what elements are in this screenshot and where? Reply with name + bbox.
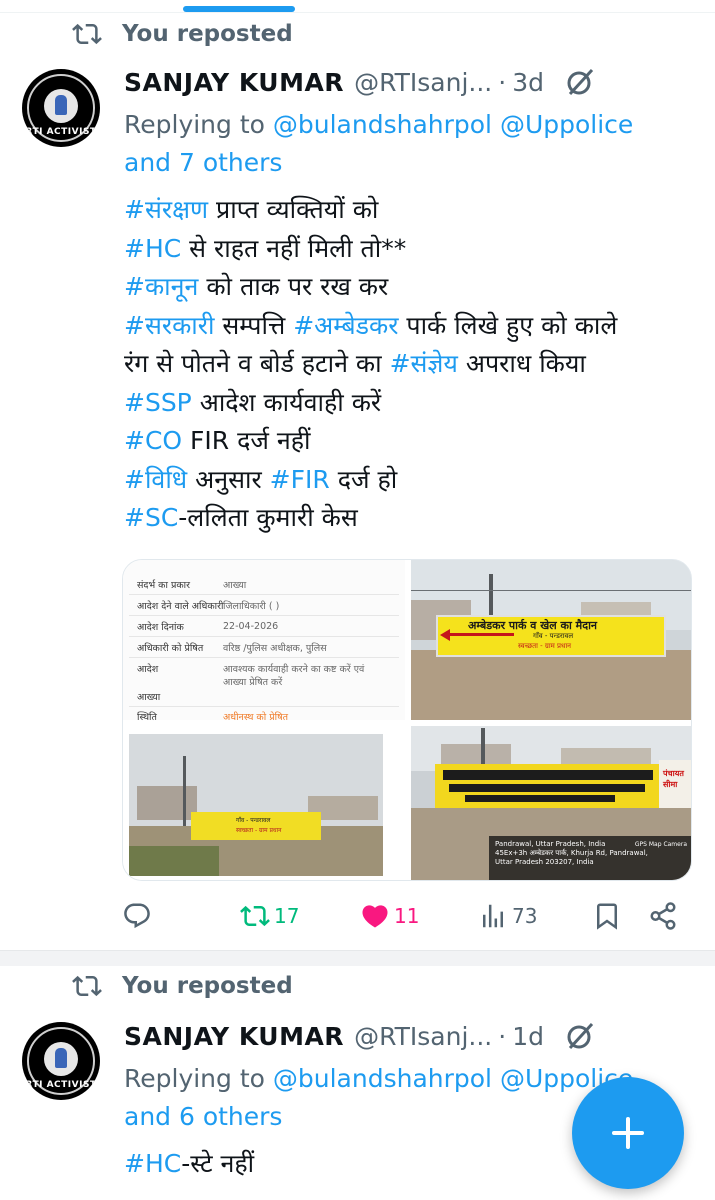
repost-icon — [72, 23, 102, 45]
reply-others[interactable]: and 7 others — [124, 148, 282, 177]
media-image-wide-shot[interactable]: गाँव - पन्डरावल स्वच्छता - ग्राम प्रधान — [123, 726, 405, 880]
repost-label: You reposted — [122, 21, 293, 47]
author-handle[interactable]: @RTIsanj... — [354, 1022, 492, 1051]
text-line: #SC-ललिता कुमारी केस — [124, 503, 358, 532]
text-line: #सरकारी सम्पत्ति #अम्बेडकर पार्क लिखे हु… — [124, 310, 618, 340]
media-image-park-board[interactable]: अम्बेडकर पार्क व खेल का मैदान गाँव - पन्… — [411, 560, 691, 720]
action-bar: 17 11 73 — [122, 898, 692, 934]
reply-icon — [124, 903, 150, 929]
form-row: आख्या — [137, 691, 161, 703]
text-line: #संरक्षण प्राप्त व्यक्तियों को — [124, 195, 379, 224]
views-icon — [483, 904, 503, 928]
avatar-text: RTI ACTIVIST — [25, 127, 97, 137]
hashtag[interactable]: #अम्बेडकर — [293, 311, 398, 340]
gps-overlay: GPS Map Camera Pandrawal, Uttar Pradesh,… — [489, 836, 691, 880]
avatar[interactable]: RTI ACTIVIST — [22, 1022, 100, 1100]
text-line: #HC से राहत नहीं मिली तो** — [124, 233, 407, 263]
form-row: स्थिति अधीनस्थ को प्रेषित — [137, 711, 288, 723]
reply-others[interactable]: and 6 others — [124, 1102, 282, 1131]
divider — [0, 950, 715, 966]
hashtag[interactable]: #SSP — [124, 388, 192, 417]
repost-context: You reposted — [72, 966, 293, 1006]
avatar[interactable]: RTI ACTIVIST — [22, 69, 100, 147]
views-button[interactable]: 73 — [478, 898, 537, 934]
repost-label: You reposted — [122, 973, 293, 999]
form-row: अधिकारी को प्रेषित वरिष्ठ /पुलिस अधीक्षक,… — [137, 642, 327, 654]
text-line: रंग से पोतने व बोर्ड हटाने का #संज्ञेय अ… — [124, 349, 586, 378]
post-text: #संरक्षण प्राप्त व्यक्तियों को #HC से रा… — [124, 191, 704, 538]
grok-icon[interactable] — [564, 1020, 596, 1052]
media-image-blackened-board[interactable]: पंचायत सीमा GPS Map Camera Pandrawal, Ut… — [411, 726, 691, 880]
form-row: आदेश दिनांक 22-04-2026 — [137, 620, 279, 633]
media-image-form[interactable]: संदर्भ का प्रकार आख्या आदेश देने वाले अधि… — [123, 560, 405, 723]
hashtag[interactable]: #CO — [124, 426, 182, 455]
form-row: संदर्भ का प्रकार आख्या — [137, 579, 247, 591]
bookmark-button[interactable] — [592, 898, 622, 934]
reply-prefix: Replying to — [124, 1064, 273, 1093]
text-line: #SSP आदेश कार्यवाही करें — [124, 387, 382, 417]
reply-button[interactable] — [122, 898, 152, 934]
hashtag[interactable]: #संरक्षण — [124, 195, 208, 224]
post-header: SANJAY KUMAR @RTIsanj... · 1d — [124, 1018, 596, 1054]
park-board: अम्बेडकर पार्क व खेल का मैदान गाँव - पन्… — [436, 615, 666, 657]
hashtag[interactable]: #HC — [124, 234, 181, 263]
text-line: #CO FIR दर्ज नहीं — [124, 426, 311, 455]
share-button[interactable] — [648, 898, 678, 934]
hashtag[interactable]: #विधि — [124, 465, 187, 494]
hashtag[interactable]: #संज्ञेय — [390, 349, 458, 378]
media-grid: संदर्भ का प्रकार आख्या आदेश देने वाले अधि… — [122, 559, 692, 881]
author-handle[interactable]: @RTIsanj... — [354, 68, 492, 97]
views-count: 73 — [512, 904, 538, 928]
form-row: आदेश देने वाले अधिकारी जिलाधिकारी ( ) — [137, 600, 280, 612]
bookmark-icon — [597, 903, 617, 930]
share-icon — [650, 902, 676, 930]
author-name[interactable]: SANJAY KUMAR — [124, 1022, 344, 1051]
like-button[interactable]: 11 — [360, 898, 419, 934]
grok-icon[interactable] — [564, 66, 596, 98]
retweet-button[interactable]: 17 — [240, 898, 299, 934]
retweet-icon — [240, 905, 270, 927]
text-line: #कानून को ताक पर रख कर — [124, 272, 389, 301]
divider — [0, 12, 715, 13]
post-time[interactable]: 3d — [512, 68, 544, 97]
retweet-count: 17 — [274, 904, 300, 928]
hashtag[interactable]: #सरकारी — [124, 311, 214, 340]
separator-dot: · — [498, 67, 507, 97]
post[interactable]: You reposted RTI ACTIVIST SANJAY KUMAR @… — [0, 14, 715, 950]
heart-icon — [362, 905, 388, 928]
reply-mentions[interactable]: @bulandshahrpol @Uppolice — [273, 1064, 633, 1093]
hashtag[interactable]: #FIR — [270, 465, 330, 494]
like-count: 11 — [394, 904, 420, 928]
hashtag[interactable]: #HC — [124, 1149, 181, 1178]
repost-context: You reposted — [72, 14, 293, 54]
post-header: SANJAY KUMAR @RTIsanj... · 3d — [124, 64, 596, 100]
hashtag[interactable]: #कानून — [124, 272, 198, 301]
post-time[interactable]: 1d — [512, 1022, 544, 1051]
text-line: #विधि अनुसार #FIR दर्ज हो — [124, 464, 398, 494]
reply-mentions[interactable]: @bulandshahrpol @Uppolice — [273, 110, 633, 139]
blackened-board — [435, 764, 659, 808]
reply-context: Replying to @bulandshahrpol @Uppolice an… — [124, 106, 694, 182]
reply-prefix: Replying to — [124, 110, 273, 139]
avatar-text: RTI ACTIVIST — [25, 1080, 97, 1090]
separator-dot: · — [498, 1021, 507, 1051]
painted-board: गाँव - पन्डरावल स्वच्छता - ग्राम प्रधान — [191, 812, 321, 840]
hashtag[interactable]: #SC — [124, 503, 178, 532]
compose-button[interactable] — [572, 1077, 684, 1189]
author-name[interactable]: SANJAY KUMAR — [124, 68, 344, 97]
repost-icon — [72, 975, 102, 997]
